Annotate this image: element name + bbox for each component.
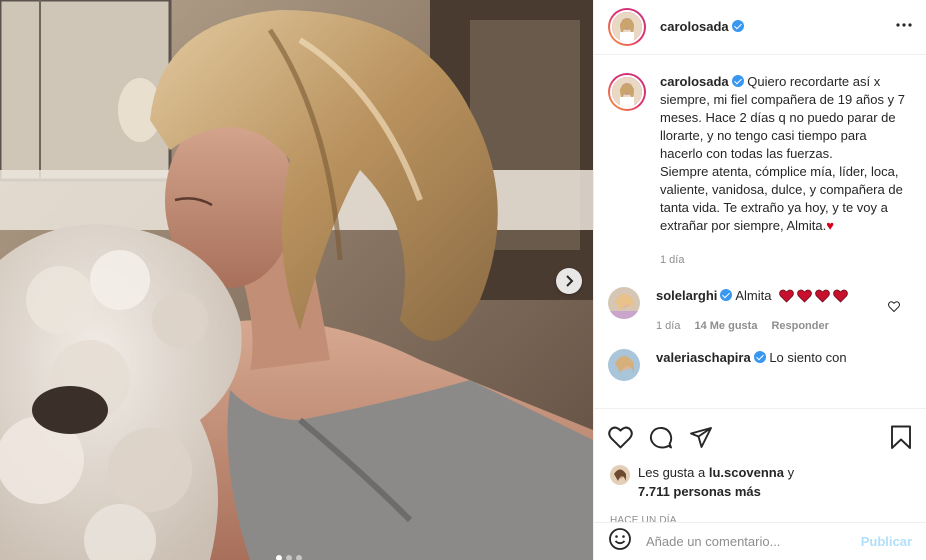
comment-hearts [779, 289, 848, 303]
photo-illustration [0, 0, 593, 560]
likes-summary: Les gusta a lu.scovenna y 7.711 personas… [594, 455, 926, 501]
comment-avatar[interactable] [608, 287, 640, 319]
bookmark-icon [891, 425, 911, 449]
comment-button[interactable] [649, 426, 673, 455]
likes-joiner: y [783, 465, 795, 480]
paper-plane-icon [690, 427, 712, 448]
verified-badge-icon [753, 351, 766, 363]
verified-badge-icon [731, 20, 744, 32]
comment-text-block: valeriaschapira Lo siento con [656, 349, 847, 381]
red-heart-emoji-icon [797, 289, 812, 303]
avatar-photo [608, 349, 640, 381]
comment-icon [649, 426, 673, 448]
comment-time[interactable]: 1 día [656, 317, 680, 335]
comment-item: solelarghi Almita 1 día 14 Me gusta Resp… [594, 269, 926, 335]
comment-text-block: solelarghi Almita 1 día 14 Me gusta Resp… [656, 287, 848, 335]
caption-text-block: carolosada Quiero recordarte así x siemp… [660, 73, 906, 269]
carousel-dot [276, 555, 282, 560]
share-button[interactable] [689, 426, 713, 454]
caption-time[interactable]: 1 día [660, 251, 906, 269]
post-photo[interactable] [0, 0, 593, 560]
carousel-dots [276, 555, 302, 560]
red-heart-emoji-icon [779, 289, 794, 303]
comment-likes-count[interactable]: 14 Me gusta [694, 317, 757, 335]
heart-outline-icon [608, 426, 633, 449]
more-options-button[interactable] [896, 14, 912, 32]
instagram-post: carolosada carolosada Quiero recordarte … [0, 0, 926, 560]
likes-count[interactable]: 7.711 personas más [638, 484, 761, 499]
avatar-photo [612, 77, 642, 107]
comment-reply-button[interactable]: Responder [771, 317, 828, 335]
comment-username[interactable]: solelarghi [656, 288, 717, 303]
publish-button[interactable]: Publicar [861, 534, 912, 549]
liker-avatar[interactable] [610, 465, 630, 485]
comment-username[interactable]: valeriaschapira [656, 350, 751, 365]
comment-text: Lo siento con [769, 350, 847, 365]
verified-badge-icon [731, 75, 744, 87]
caption-body: Quiero recordarte así x siempre, mi fiel… [660, 74, 905, 233]
comments-list[interactable]: carolosada Quiero recordarte así x siemp… [594, 55, 926, 408]
avatar-photo [610, 465, 630, 485]
carousel-next-button[interactable] [556, 268, 582, 294]
comment-text: Almita [735, 288, 772, 303]
avatar-photo [612, 12, 642, 42]
author-username[interactable]: carolosada [660, 19, 729, 34]
post-side-panel: carolosada carolosada Quiero recordarte … [593, 0, 926, 560]
action-icons [594, 409, 926, 455]
carousel-dot [296, 555, 302, 560]
red-heart-emoji-icon: ♥ [826, 218, 834, 233]
comment-input[interactable] [646, 534, 861, 549]
more-horizontal-icon [896, 23, 912, 27]
likes-text: Les gusta a lu.scovenna y 7.711 personas… [638, 463, 794, 501]
save-button[interactable] [890, 425, 912, 455]
post-header: carolosada [594, 0, 926, 55]
liker-username[interactable]: lu.scovenna [709, 465, 784, 480]
verified-badge-icon [720, 289, 733, 301]
caption-avatar[interactable] [608, 73, 646, 111]
carousel-dot [286, 555, 292, 560]
red-heart-emoji-icon [833, 289, 848, 303]
heart-outline-icon [888, 301, 900, 313]
comment-avatar[interactable] [608, 349, 640, 381]
emoji-picker-button[interactable] [608, 527, 632, 556]
author-avatar[interactable] [608, 8, 646, 46]
smiley-icon [609, 528, 631, 550]
comment-actions: 1 día 14 Me gusta Responder [656, 317, 848, 335]
comment-item: valeriaschapira Lo siento con [594, 335, 926, 381]
comment-like-button[interactable] [888, 299, 900, 317]
post-caption: carolosada Quiero recordarte así x siemp… [594, 55, 926, 269]
caption-username[interactable]: carolosada [660, 74, 729, 89]
like-button[interactable] [608, 426, 633, 454]
avatar-photo [608, 287, 640, 319]
red-heart-emoji-icon [815, 289, 830, 303]
likes-prefix: Les gusta a [638, 465, 709, 480]
post-action-bar: Les gusta a lu.scovenna y 7.711 personas… [594, 408, 926, 560]
comment-composer: Publicar [594, 522, 926, 560]
chevron-right-icon [566, 275, 574, 287]
